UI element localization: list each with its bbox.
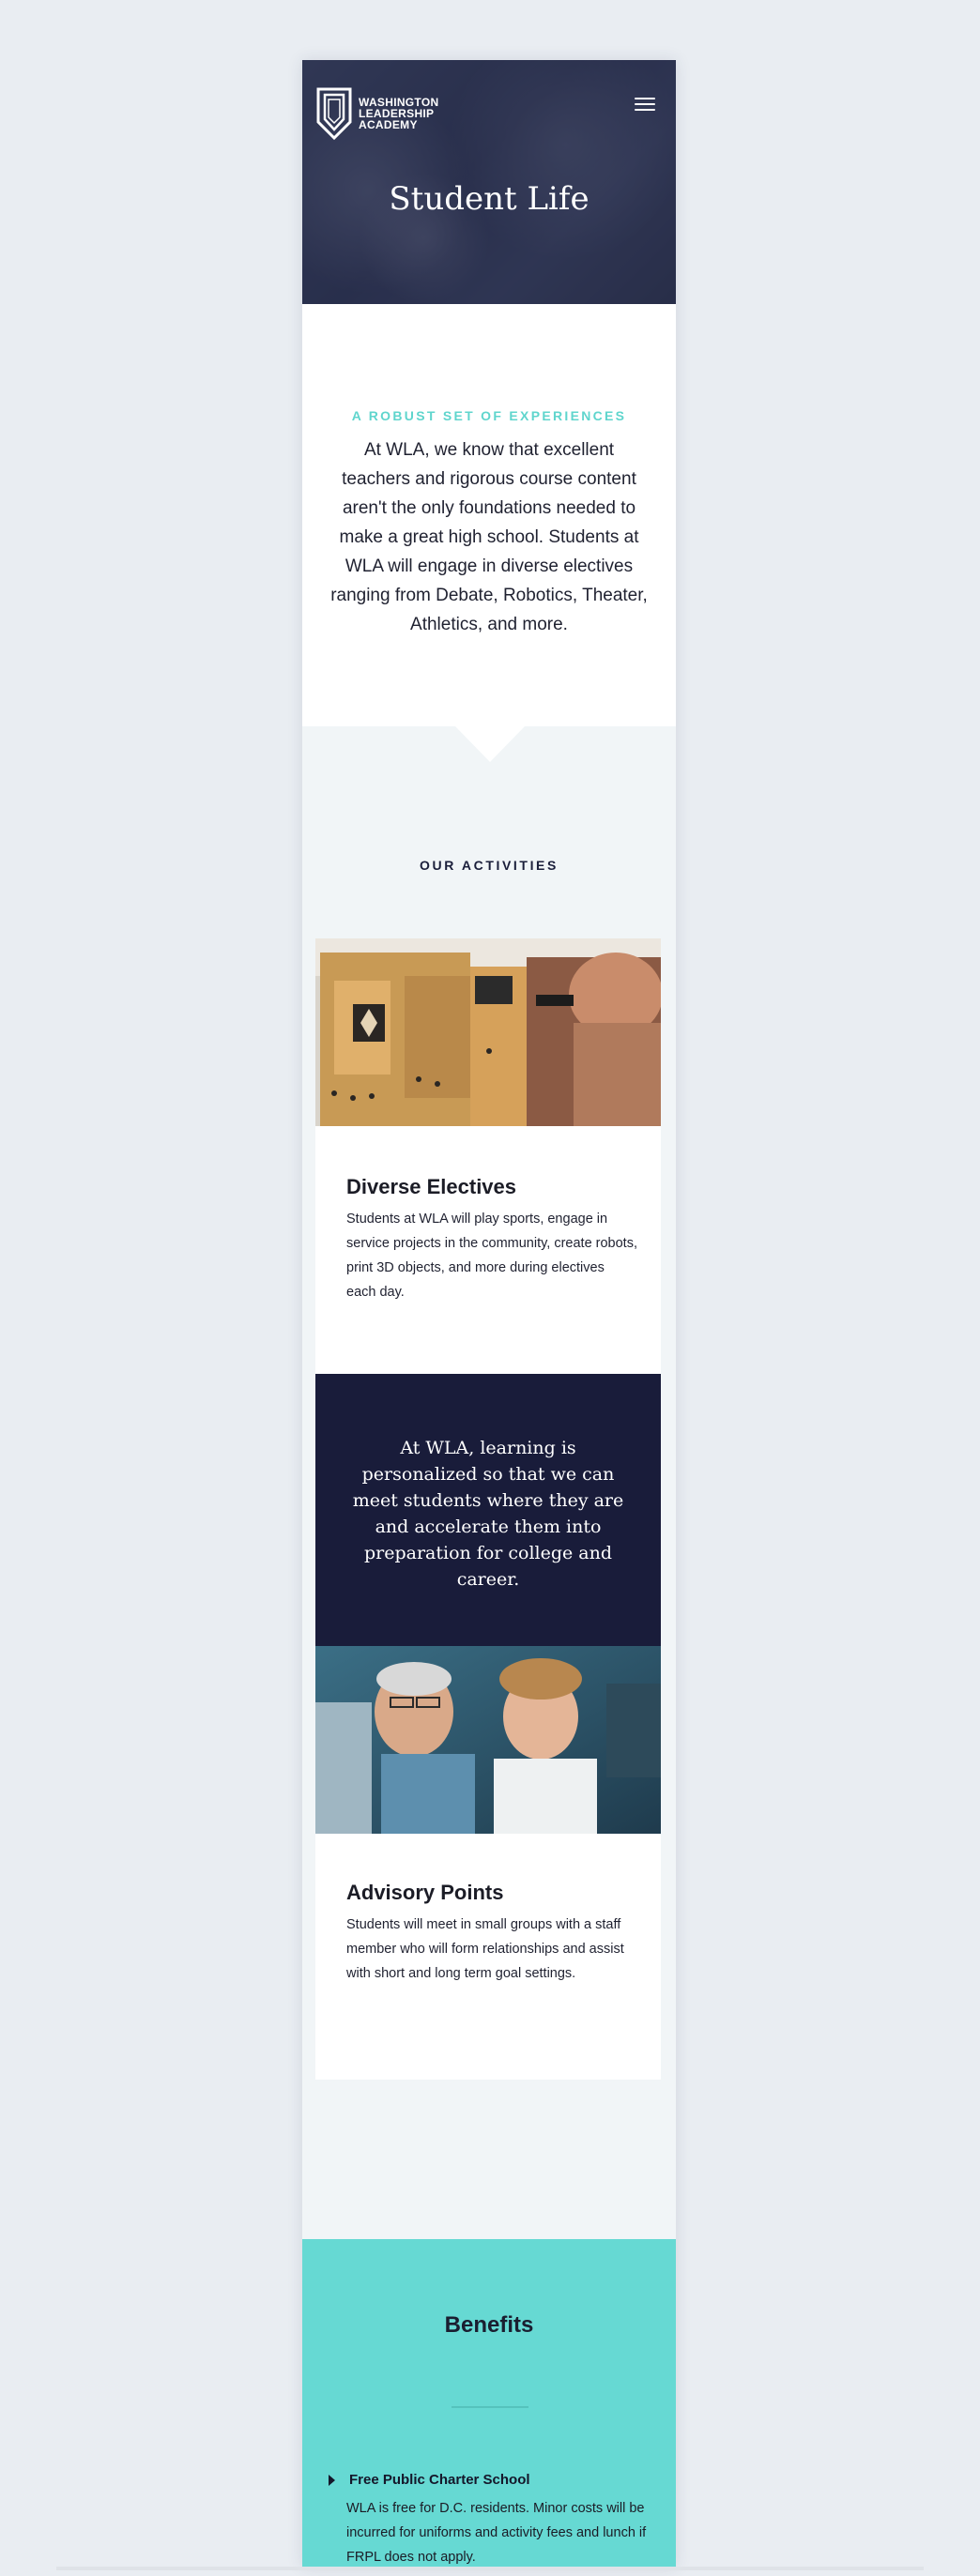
benefits-title: Benefits [444,2312,534,2338]
site-logo-link[interactable]: WASHINGTON LEADERSHIP ACADEMY [315,86,438,141]
benefit-description: WLA is free for D.C. residents. Minor co… [346,2501,647,2565]
activity-card-electives: Diverse Electives Students at WLA will p… [315,938,661,1374]
quote-block: At WLA, learning is personalized so that… [315,1374,661,1646]
card-text: Students will meet in small groups with … [346,1917,624,1981]
quote-text: At WLA, learning is personalized so that… [352,1438,624,1590]
mobile-page-frame: WASHINGTON LEADERSHIP ACADEMY Student Li… [302,60,676,2568]
card-text: Students at WLA will play sports, engage… [346,1212,637,1300]
hamburger-menu-icon[interactable] [635,98,655,114]
benefit-label: Free Public Charter School [349,2472,530,2488]
intro-section: A ROBUST SET OF EXPERIENCES At WLA, we k… [302,304,676,726]
intro-body: At WLA, we know that excellent teachers … [330,440,648,634]
page-title: Student Life [389,180,590,218]
page-bottom-edge [56,2567,924,2570]
card-title: Advisory Points [346,1881,504,1904]
section-notch [455,726,525,762]
divider [452,2406,528,2408]
activities-heading: OUR ACTIVITIES [420,858,559,873]
hero-banner: WASHINGTON LEADERSHIP ACADEMY Student Li… [302,60,676,304]
activity-card-advisory: Advisory Points Students will meet in sm… [315,1646,661,2080]
benefit-accordion-toggle[interactable]: Free Public Charter School [329,2470,648,2491]
intro-eyebrow: A ROBUST SET OF EXPERIENCES [351,408,627,423]
logo-wordmark: WASHINGTON LEADERSHIP ACADEMY [359,96,439,131]
teacher-student-photo [315,1646,661,1834]
shield-logo-icon [315,86,353,141]
card-title: Diverse Electives [346,1175,517,1198]
caret-right-icon [329,2475,335,2486]
3d-printer-photo [315,938,661,1126]
